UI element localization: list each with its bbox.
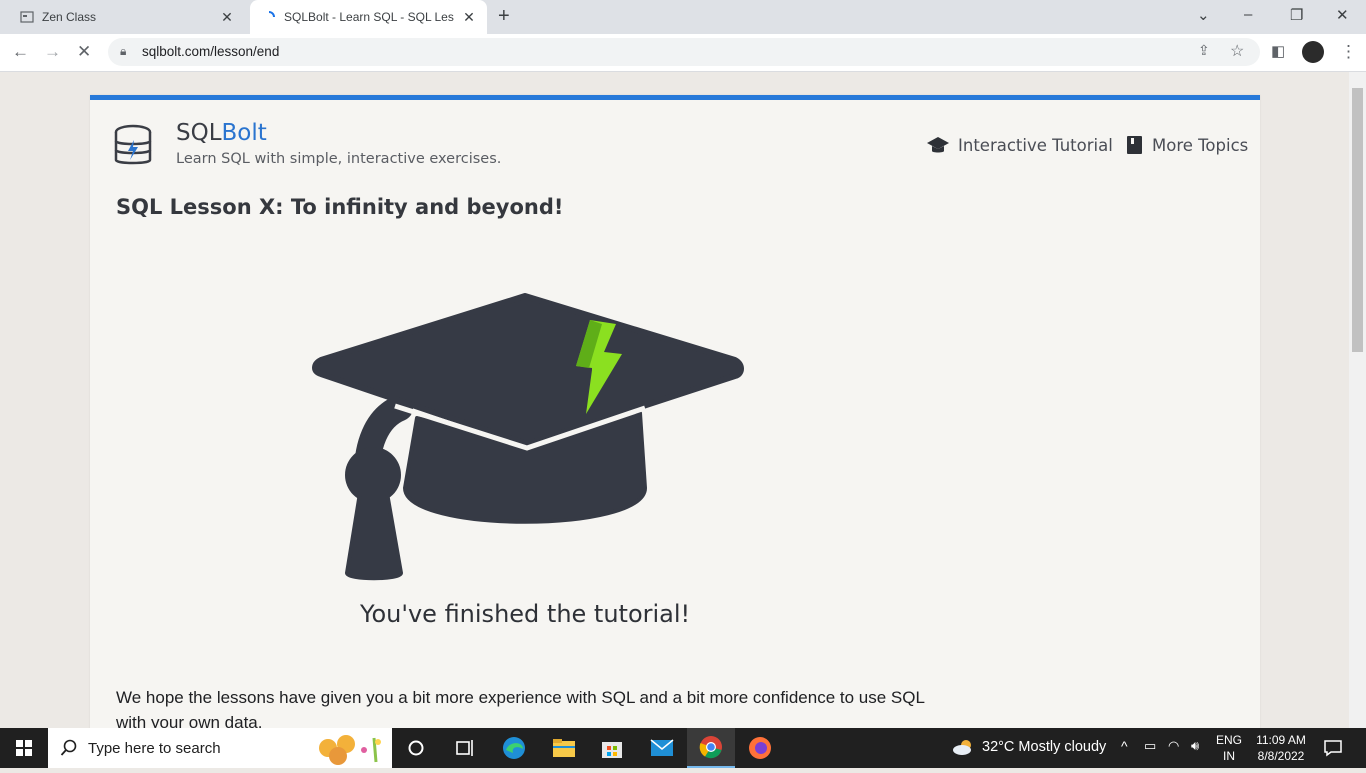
browser-toolbar: ← → ✕ 🔒︎ sqlbolt.com/lesson/end ⇪ ☆ ◧ ⋮ bbox=[0, 34, 1366, 72]
microsoft-store-icon bbox=[602, 742, 622, 758]
brand-bolt: Bolt bbox=[221, 120, 267, 146]
side-panel-icon[interactable]: ◧ bbox=[1271, 42, 1285, 62]
clock-time: 11:09 AM bbox=[1256, 733, 1306, 747]
mail-button[interactable] bbox=[638, 728, 686, 768]
chrome-app-button[interactable] bbox=[687, 728, 735, 768]
language-code: ENG bbox=[1216, 733, 1243, 747]
chrome-icon bbox=[699, 736, 722, 759]
notification-center-icon[interactable] bbox=[1323, 739, 1343, 757]
tray-overflow-chevron-icon[interactable]: ^ bbox=[1121, 738, 1128, 754]
search-highlight-cats-icon[interactable] bbox=[316, 732, 388, 766]
tab-title: SQLBolt - Learn SQL - SQL Lesso bbox=[284, 10, 454, 24]
start-button[interactable] bbox=[0, 728, 48, 768]
store-button[interactable] bbox=[588, 728, 636, 768]
system-clock[interactable]: 11:09 AM 8/8/2022 bbox=[1252, 732, 1310, 764]
weather-text[interactable]: 32°C Mostly cloudy bbox=[982, 739, 1106, 755]
back-arrow-icon[interactable]: ← bbox=[12, 42, 29, 62]
nav-more-topics[interactable]: More Topics bbox=[1126, 135, 1248, 155]
graduation-cap-icon bbox=[927, 137, 949, 153]
page-scrollbar[interactable] bbox=[1349, 72, 1366, 728]
task-view-icon bbox=[456, 740, 473, 756]
cortana-circle-icon bbox=[408, 740, 424, 756]
mail-icon bbox=[650, 739, 674, 756]
url-text[interactable]: sqlbolt.com/lesson/end bbox=[142, 44, 279, 59]
site-tagline: Learn SQL with simple, interactive exerc… bbox=[176, 151, 502, 167]
menu-dots-icon[interactable]: ⋮ bbox=[1340, 42, 1357, 62]
nav-interactive-tutorial-label: Interactive Tutorial bbox=[958, 135, 1113, 155]
new-tab-button[interactable]: + bbox=[498, 6, 510, 26]
lesson-card: SQLBolt Learn SQL with simple, interacti… bbox=[90, 95, 1260, 740]
restore-button[interactable]: ❐ bbox=[1290, 6, 1303, 24]
windows-logo-icon bbox=[16, 740, 32, 756]
tab-zen-class[interactable]: Zen Class ✕ bbox=[0, 0, 245, 34]
task-view-button[interactable] bbox=[440, 728, 488, 768]
firefox-icon bbox=[749, 737, 771, 759]
wifi-icon[interactable]: ◠ bbox=[1168, 738, 1179, 754]
finished-message: You've finished the tutorial! bbox=[360, 600, 691, 628]
edge-browser-icon bbox=[503, 737, 525, 759]
folder-icon bbox=[553, 739, 575, 757]
database-logo-icon[interactable] bbox=[114, 124, 156, 168]
close-window-button[interactable]: ✕ bbox=[1336, 6, 1349, 24]
windows-taskbar: Type here to search 32°C Mostly cloudy ^… bbox=[0, 728, 1366, 768]
file-explorer-button[interactable] bbox=[540, 728, 588, 768]
profile-avatar[interactable] bbox=[1302, 41, 1324, 63]
nav-more-topics-label: More Topics bbox=[1152, 135, 1249, 155]
minimize-button[interactable]: – bbox=[1244, 6, 1252, 23]
volume-icon[interactable]: 🔊︎ bbox=[1191, 738, 1199, 754]
brand-sql: SQL bbox=[176, 120, 222, 146]
stop-loading-icon[interactable]: ✕ bbox=[77, 42, 91, 62]
weather-cloud-icon[interactable] bbox=[952, 737, 976, 757]
site-brand[interactable]: SQLBolt bbox=[176, 120, 267, 146]
forward-arrow-icon[interactable]: → bbox=[44, 42, 61, 62]
lesson-title: SQL Lesson X: To infinity and beyond! bbox=[116, 195, 564, 219]
search-icon bbox=[60, 739, 77, 756]
battery-icon[interactable]: ▭ bbox=[1144, 738, 1156, 754]
search-placeholder: Type here to search bbox=[88, 740, 221, 757]
input-language[interactable]: ENG IN bbox=[1216, 732, 1242, 764]
scrollbar-thumb[interactable] bbox=[1352, 88, 1363, 352]
taskbar-search-box[interactable]: Type here to search bbox=[48, 728, 392, 768]
close-tab-icon[interactable]: ✕ bbox=[219, 9, 235, 25]
tab-sqlbolt[interactable]: SQLBolt - Learn SQL - SQL Lesso ✕ bbox=[250, 0, 487, 34]
browser-tab-strip: Zen Class ✕ SQLBolt - Learn SQL - SQL Le… bbox=[0, 0, 1366, 34]
graduation-cap-illustration-icon bbox=[312, 293, 744, 581]
loading-spinner-icon bbox=[268, 11, 275, 18]
close-tab-icon[interactable]: ✕ bbox=[461, 9, 477, 25]
share-icon[interactable]: ⇪ bbox=[1198, 42, 1210, 59]
nav-interactive-tutorial[interactable]: Interactive Tutorial bbox=[926, 135, 1113, 155]
tab-title: Zen Class bbox=[42, 10, 97, 24]
cortana-button[interactable] bbox=[392, 728, 440, 768]
address-bar[interactable]: 🔒︎ sqlbolt.com/lesson/end ⇪ ☆ bbox=[108, 38, 1260, 66]
bookmark-star-icon[interactable]: ☆ bbox=[1230, 41, 1244, 61]
tab-search-chevron-icon[interactable]: ⌄ bbox=[1197, 6, 1210, 24]
clock-date: 8/8/2022 bbox=[1257, 749, 1305, 763]
lock-icon[interactable]: 🔒︎ bbox=[120, 44, 126, 59]
firefox-app-button[interactable] bbox=[736, 728, 784, 768]
edge-app-button[interactable] bbox=[490, 728, 538, 768]
book-icon bbox=[1127, 136, 1142, 154]
region-code: IN bbox=[1223, 749, 1235, 763]
zen-class-favicon-icon bbox=[20, 11, 34, 23]
